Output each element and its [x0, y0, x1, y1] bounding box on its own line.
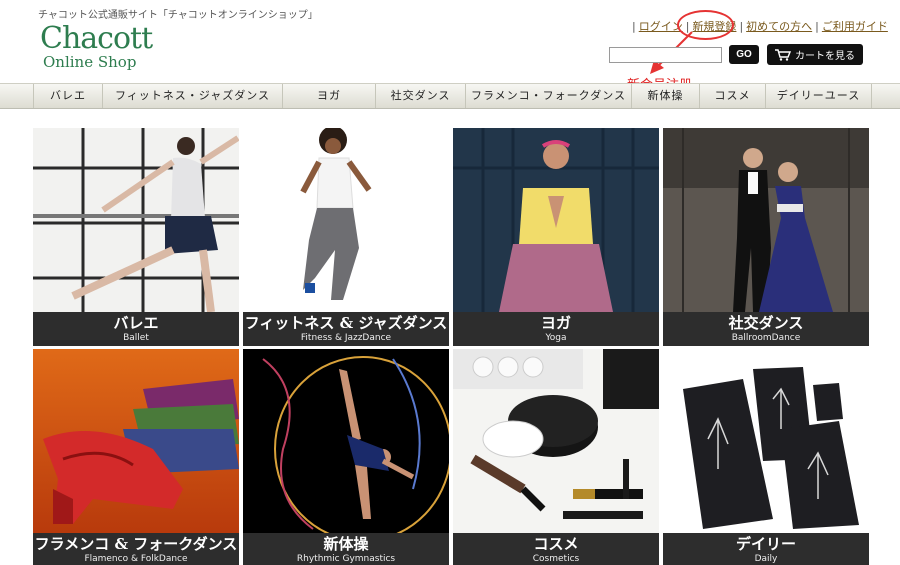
- nav-item-yoga[interactable]: ヨガ: [283, 84, 376, 108]
- nav-item-ballet[interactable]: バレエ: [33, 84, 103, 108]
- category-tile-rhythmic[interactable]: 新体操 Rhythmic Gymnastics: [243, 349, 449, 565]
- tile-title-en: Rhythmic Gymnastics: [296, 554, 396, 564]
- tile-caption: デイリー Daily: [663, 533, 869, 565]
- tile-title-en: Yoga: [545, 333, 567, 343]
- tile-title-jp: 新体操: [323, 535, 369, 553]
- category-nav: バレエ フィットネス・ジャズダンス ヨガ 社交ダンス フラメンコ・フォークダンス…: [0, 83, 900, 109]
- logo-main-text: Chacott: [40, 21, 153, 56]
- cart-icon: [775, 48, 791, 61]
- fitness-dancer-image: [243, 128, 449, 312]
- tile-title-en: Cosmetics: [532, 554, 580, 564]
- nav-item-fitness-jazz[interactable]: フィットネス・ジャズダンス: [103, 84, 283, 108]
- first-time-link[interactable]: 初めての方へ: [746, 20, 812, 33]
- nav-item-cosmetics[interactable]: コスメ: [700, 84, 766, 108]
- tile-title-jp: デイリー: [735, 535, 796, 553]
- nav-item-daily[interactable]: デイリーユース: [766, 84, 872, 108]
- category-tile-cosmetics[interactable]: コスメ Cosmetics: [453, 349, 659, 565]
- cart-button[interactable]: カートを見る: [767, 44, 863, 65]
- tile-caption: バレエ Ballet: [33, 312, 239, 346]
- guide-link[interactable]: ご利用ガイド: [822, 20, 888, 33]
- rhythmic-gymnast-image: [243, 349, 449, 533]
- cosmetics-products-image: [453, 349, 659, 533]
- tile-title-jp: フラメンコ & フォークダンス: [34, 535, 238, 553]
- tile-caption: ヨガ Yoga: [453, 312, 659, 346]
- category-tile-flamenco-folk[interactable]: フラメンコ & フォークダンス Flamenco & FolkDance: [33, 349, 239, 565]
- category-tile-daily[interactable]: デイリー Daily: [663, 349, 869, 565]
- cart-button-label: カートを見る: [795, 51, 855, 62]
- tile-caption: 新体操 Rhythmic Gymnastics: [243, 533, 449, 565]
- tile-title-en: Flamenco & FolkDance: [84, 554, 188, 564]
- daily-bags-image: [663, 349, 869, 533]
- tile-caption: 社交ダンス BallroomDance: [663, 312, 869, 346]
- ballet-dancer-image: [33, 128, 239, 312]
- tile-title-jp: バレエ: [113, 314, 159, 332]
- nav-item-rhythmic[interactable]: 新体操: [632, 84, 700, 108]
- tile-title-jp: コスメ: [533, 535, 579, 553]
- ballroom-couple-image: [663, 128, 869, 312]
- tile-title-en: Ballet: [123, 333, 149, 343]
- site-tagline: チャコット公式通販サイト「チャコットオンラインショップ」: [38, 10, 318, 21]
- yoga-woman-image: [453, 128, 659, 312]
- chacott-logo[interactable]: Chacott Online Shop: [40, 21, 160, 71]
- nav-item-ballroom[interactable]: 社交ダンス: [376, 84, 466, 108]
- go-button[interactable]: GO: [729, 45, 759, 64]
- search-input[interactable]: [609, 47, 722, 63]
- logo-sub-text: Online Shop: [43, 53, 137, 71]
- tile-caption: フラメンコ & フォークダンス Flamenco & FolkDance: [33, 533, 239, 565]
- flamenco-shoes-image: [33, 349, 239, 533]
- tile-title-jp: ヨガ: [540, 314, 571, 332]
- category-tile-ballroom[interactable]: 社交ダンス BallroomDance: [663, 128, 869, 346]
- category-tile-ballet[interactable]: バレエ Ballet: [33, 128, 239, 346]
- tile-title-jp: フィットネス & ジャズダンス: [244, 314, 448, 332]
- tile-title-en: BallroomDance: [731, 333, 801, 343]
- nav-item-flamenco-folk[interactable]: フラメンコ・フォークダンス: [466, 84, 632, 108]
- tile-title-jp: 社交ダンス: [728, 314, 804, 332]
- tile-title-en: Fitness & JazzDance: [300, 333, 392, 343]
- tile-caption: フィットネス & ジャズダンス Fitness & JazzDance: [243, 312, 449, 346]
- tile-title-en: Daily: [754, 554, 778, 564]
- category-tile-yoga[interactable]: ヨガ Yoga: [453, 128, 659, 346]
- tile-caption: コスメ Cosmetics: [453, 533, 659, 565]
- category-tile-fitness-jazz[interactable]: フィットネス & ジャズダンス Fitness & JazzDance: [243, 128, 449, 346]
